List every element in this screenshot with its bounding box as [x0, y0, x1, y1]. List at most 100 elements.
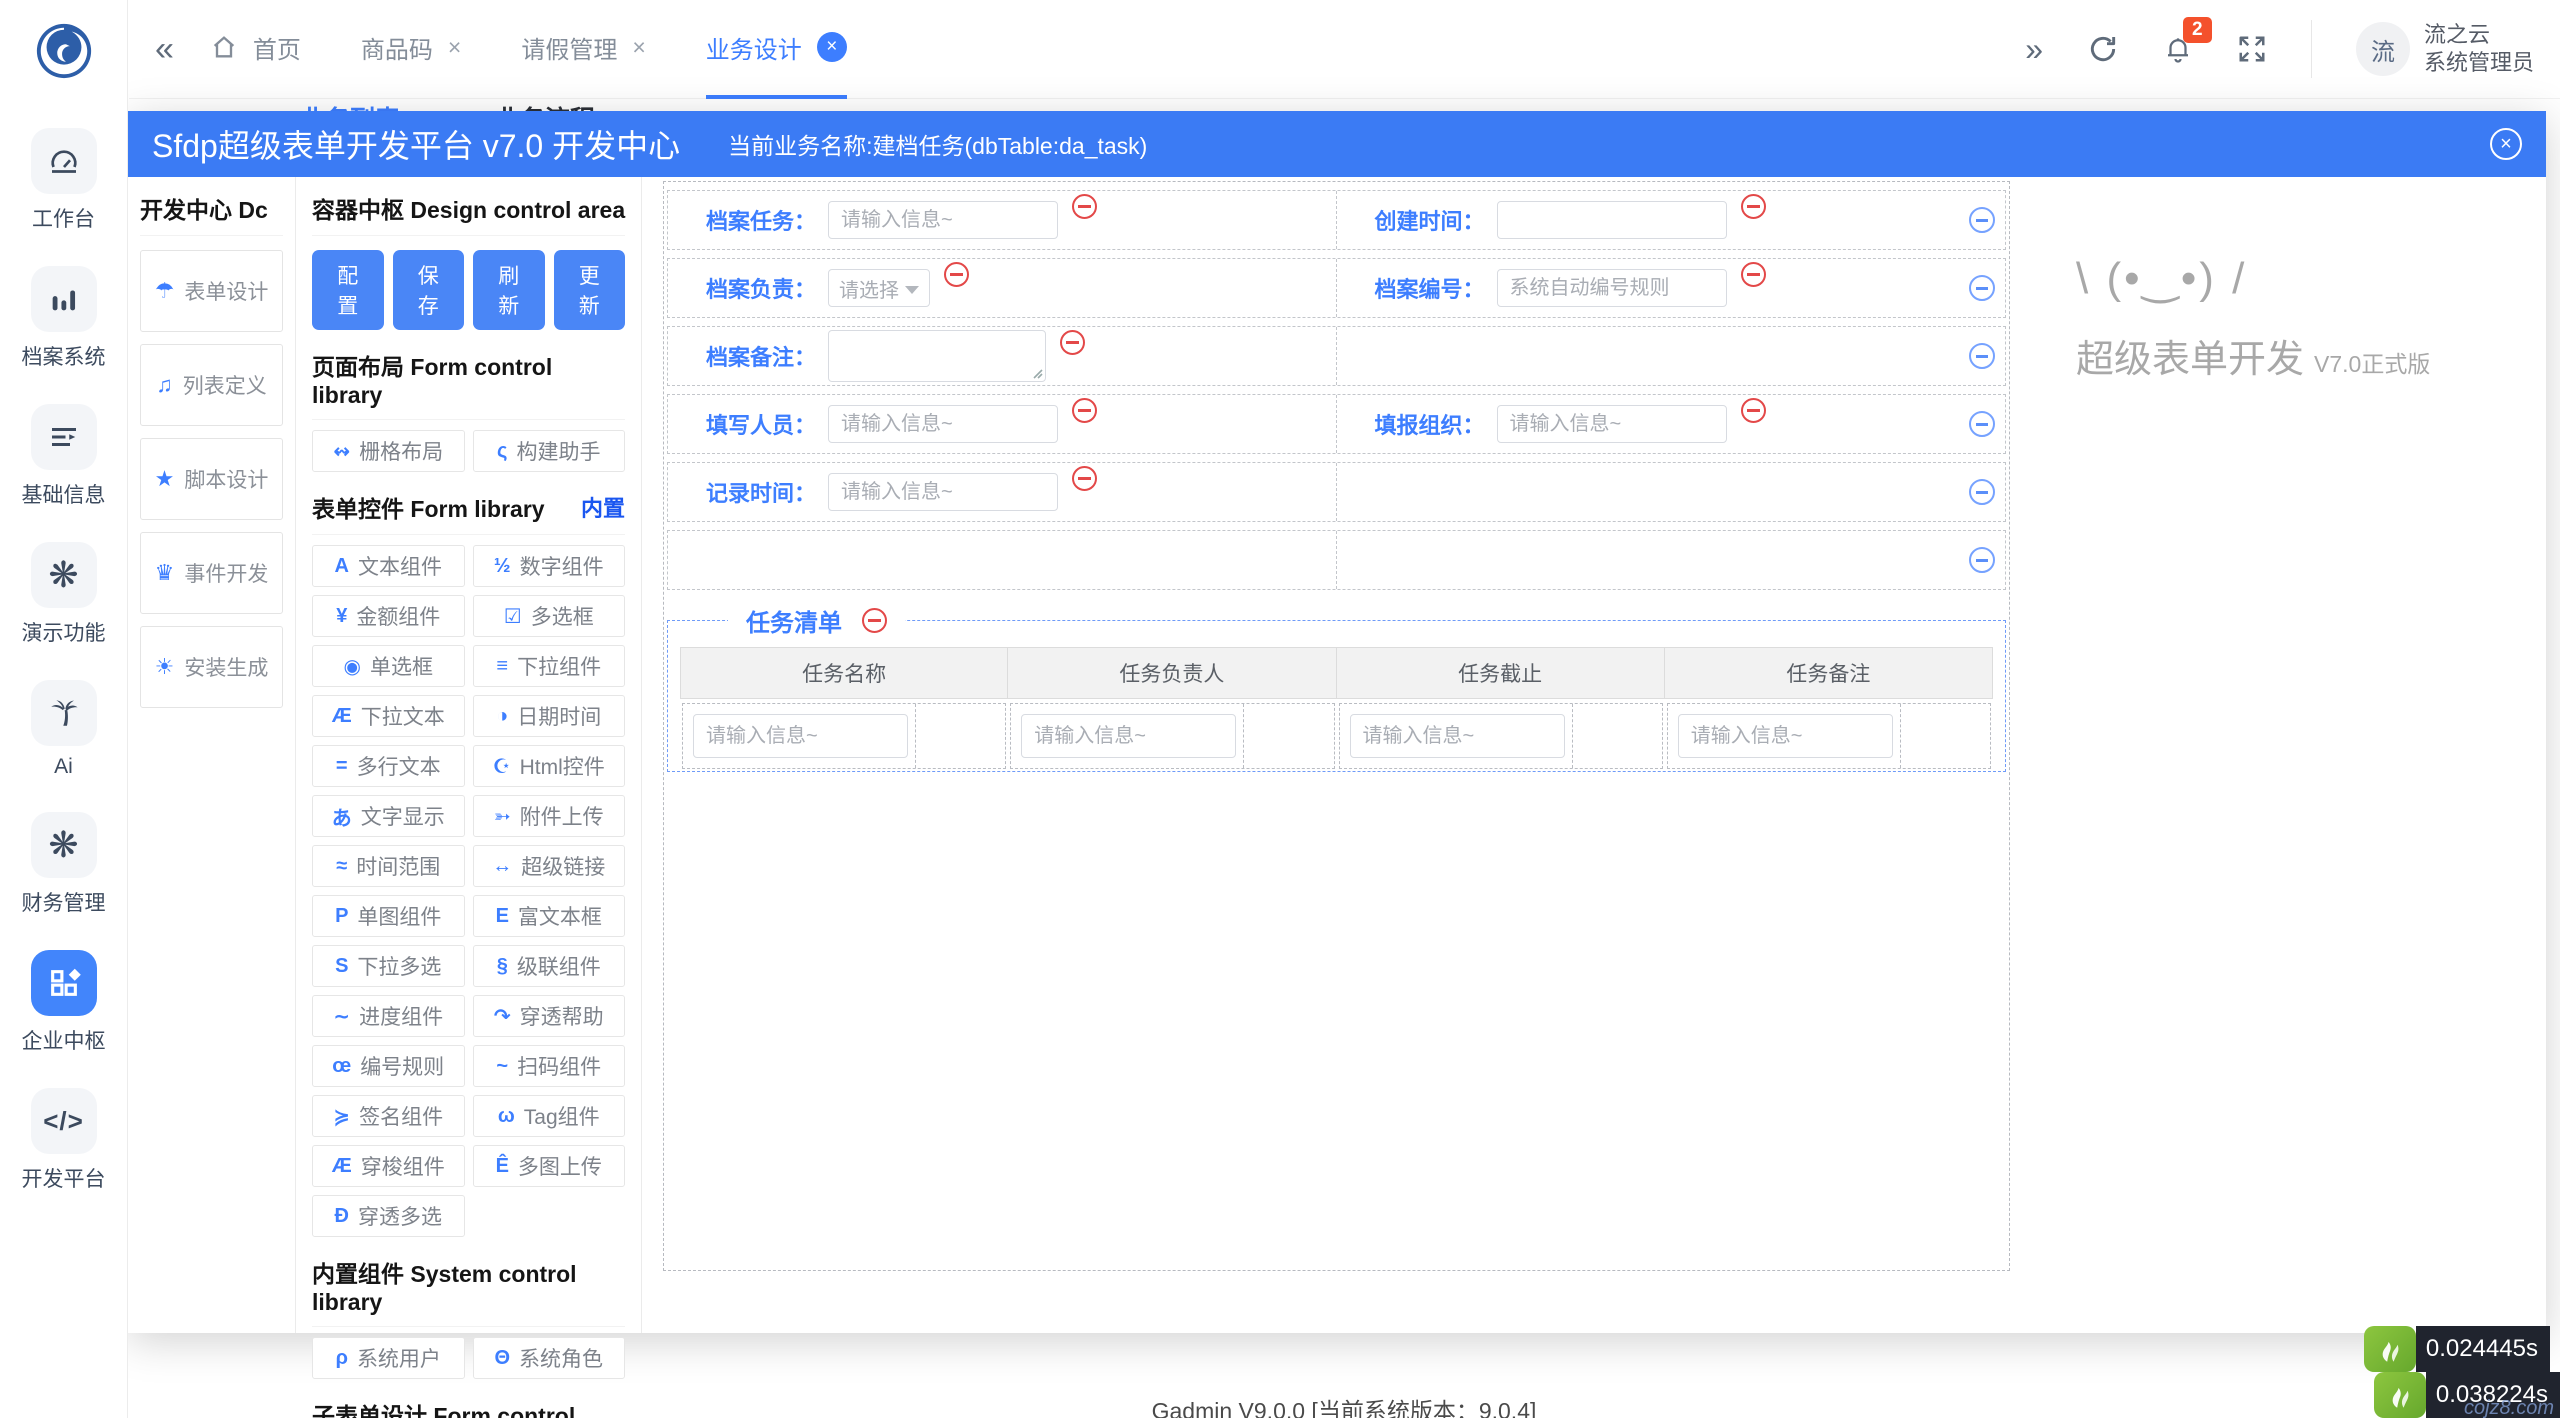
subform-cell-input[interactable] [1021, 714, 1237, 758]
component-label: 文本组件 [357, 556, 442, 579]
topbar: « 首页 商品码 × 请假管理 × 业务设计 × » 2 流 流之云 系统管理员 [129, 0, 2560, 99]
field-input[interactable] [828, 473, 1058, 511]
component-item[interactable]: = 多行文本 [312, 745, 465, 787]
remove-row-icon[interactable] [1969, 411, 1995, 437]
dev-center-item[interactable]: ♫ 列表定义 [140, 344, 283, 426]
component-item[interactable]: ~ 扫码组件 [472, 1045, 625, 1087]
component-item[interactable]: Θ 系统角色 [472, 1337, 625, 1379]
component-item[interactable]: ≽ 签名组件 [312, 1095, 465, 1137]
remove-field-icon[interactable] [944, 261, 969, 287]
sidebar-item-label: 基础信息 [21, 484, 106, 507]
remove-row-icon[interactable] [1969, 479, 1995, 505]
action-button-配置[interactable]: 配置 [312, 250, 384, 330]
component-item[interactable]: ↷ 穿透帮助 [472, 995, 625, 1037]
component-item[interactable]: S 下拉多选 [312, 945, 465, 987]
remove-row-icon[interactable] [1969, 343, 1995, 369]
remove-field-icon[interactable] [1740, 397, 1766, 423]
section-title: 内置组件 System control library [312, 1255, 625, 1327]
remove-row-icon[interactable] [1969, 275, 1995, 301]
refresh-icon[interactable] [2087, 33, 2119, 65]
remove-field-icon[interactable] [1740, 193, 1766, 219]
remove-row-icon[interactable] [1969, 207, 1995, 233]
tab-product-code[interactable]: 商品码 × [361, 0, 461, 99]
tab-close-icon[interactable]: × [816, 32, 847, 62]
remove-field-icon[interactable] [1060, 329, 1085, 355]
dev-center-item[interactable]: ♛ 事件开发 [140, 532, 283, 614]
sidebar-item-demo-features[interactable]: ❋ 演示功能 [22, 542, 106, 647]
sidebar-item-basic-info[interactable]: 基础信息 [22, 404, 106, 509]
field-input[interactable] [1496, 405, 1727, 443]
component-item[interactable]: E 富文本框 [472, 895, 625, 937]
component-item[interactable]: ◉ 单选框 [312, 645, 465, 687]
field-input[interactable] [828, 405, 1058, 443]
component-item[interactable]: ≡ 下拉组件 [472, 645, 625, 687]
component-item[interactable]: ∼ 进度组件 [312, 995, 465, 1037]
collapse-tabs-icon[interactable]: « [155, 30, 174, 69]
user-menu[interactable]: 流 流之云 系统管理员 [2355, 21, 2534, 77]
component-item[interactable]: ≈ 时间范围 [312, 845, 465, 887]
remove-subform-icon[interactable] [862, 608, 887, 633]
action-button-保存[interactable]: 保存 [392, 250, 464, 330]
component-item[interactable]: ¥ 金额组件 [312, 595, 465, 637]
remove-field-icon[interactable] [1072, 465, 1097, 491]
tab-leave-management[interactable]: 请假管理 × [521, 0, 645, 99]
field-input[interactable] [1496, 201, 1727, 239]
remove-field-icon[interactable] [1072, 193, 1097, 219]
fullscreen-icon[interactable] [2237, 34, 2267, 64]
tab-close-icon[interactable]: × [448, 34, 461, 61]
component-item[interactable]: A 文本组件 [312, 545, 465, 587]
sidebar-item-archive-system[interactable]: 档案系统 [22, 266, 106, 371]
component-item[interactable]: Ê 多图上传 [472, 1145, 625, 1187]
component-item[interactable]: ½ 数字组件 [472, 545, 625, 587]
sidebar-item-enterprise-hub[interactable]: 企业中枢 [22, 950, 106, 1055]
subform-cell-input[interactable] [1349, 714, 1565, 758]
subform-legend: 任务清单 [728, 603, 905, 638]
component-item[interactable]: ↔ 超级链接 [472, 845, 625, 887]
component-item[interactable]: ρ 系统用户 [312, 1337, 465, 1379]
tab-home[interactable]: 首页 [210, 0, 301, 99]
expand-tabs-icon[interactable]: » [2025, 31, 2043, 68]
component-label: 穿透多选 [357, 1206, 442, 1229]
field-input[interactable] [828, 201, 1058, 239]
field-input[interactable] [1496, 269, 1727, 307]
component-item[interactable]: ☑ 多选框 [472, 595, 625, 637]
remove-row-icon[interactable] [1969, 547, 1995, 573]
field-label: 档案编号： [1374, 277, 1485, 302]
component-item[interactable]: ↭ 栅格布局 [312, 430, 465, 472]
action-button-刷新[interactable]: 刷新 [473, 250, 545, 330]
field-select[interactable]: 请选择 [828, 269, 930, 307]
subform-cell-input[interactable] [1677, 714, 1893, 758]
component-item[interactable]: ◑ 日期时间 [472, 695, 625, 737]
mascot-name: 超级表单开发 V7.0正式版 [2076, 339, 2431, 381]
field-textarea[interactable] [828, 330, 1046, 382]
modal-close-icon[interactable]: × [2490, 128, 2522, 160]
component-item[interactable]: Æ 下拉文本 [312, 695, 465, 737]
action-button-更新[interactable]: 更新 [553, 250, 625, 330]
sidebar-item-ai[interactable]: Ai [30, 680, 97, 779]
tab-business-design[interactable]: 业务设计 × [705, 0, 847, 99]
component-icon: A [334, 554, 349, 577]
component-item[interactable]: ➳ 附件上传 [472, 795, 625, 837]
component-item[interactable]: Æ 穿梭组件 [312, 1145, 465, 1187]
sidebar-item-dev-platform[interactable]: </> 开发平台 [22, 1088, 106, 1193]
component-item[interactable]: ω Tag组件 [472, 1095, 625, 1137]
component-item[interactable]: ☪ Html控件 [472, 745, 625, 787]
dev-center-item[interactable]: ☀ 安装生成 [140, 626, 283, 708]
component-item[interactable]: あ文字显示 [312, 795, 465, 837]
remove-field-icon[interactable] [1740, 261, 1766, 287]
component-item[interactable]: ς 构建助手 [472, 430, 625, 472]
dev-center-item[interactable]: ☂ 表单设计 [140, 250, 283, 332]
sidebar-item-workbench[interactable]: 工作台 [30, 128, 97, 233]
component-item[interactable]: § 级联组件 [472, 945, 625, 987]
remove-field-icon[interactable] [1072, 397, 1097, 423]
tab-close-icon[interactable]: × [632, 34, 645, 61]
dev-center-item[interactable]: ★ 脚本设计 [140, 438, 283, 520]
subform-cell-input[interactable] [693, 714, 908, 758]
component-label: 富文本框 [517, 906, 602, 929]
sidebar-item-finance[interactable]: ❋ 财务管理 [22, 812, 106, 917]
component-item[interactable]: P 单图组件 [312, 895, 465, 937]
component-item[interactable]: Ð 穿透多选 [312, 1195, 465, 1237]
builtin-link[interactable]: 内置 [581, 491, 625, 523]
component-item[interactable]: œ 编号规则 [312, 1045, 465, 1087]
notifications-bell-icon[interactable]: 2 [2163, 17, 2212, 65]
